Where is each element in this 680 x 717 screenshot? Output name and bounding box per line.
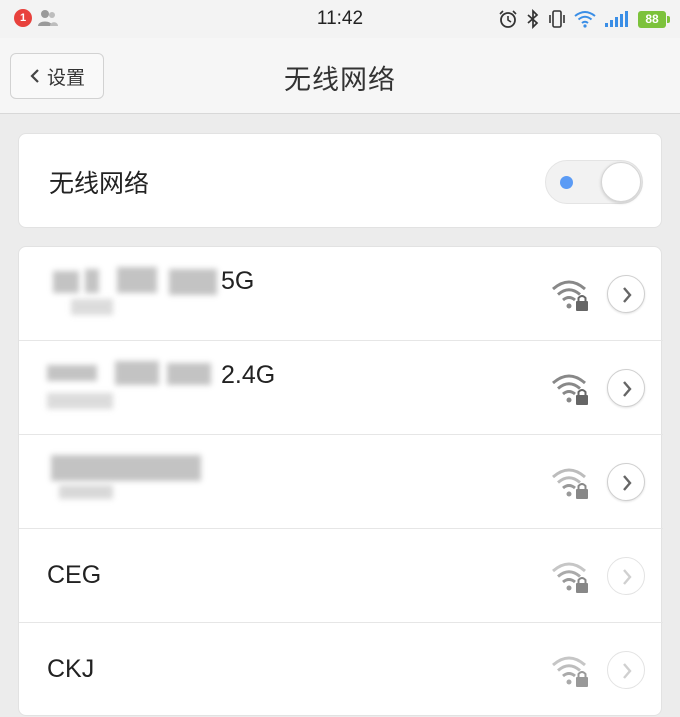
wifi-icon — [574, 11, 596, 28]
blurred-status — [71, 299, 113, 315]
signal-icon — [605, 11, 628, 27]
network-row[interactable]: 2.4G — [19, 341, 663, 435]
network-details-button[interactable] — [607, 463, 645, 501]
wifi-lock-icon — [552, 374, 588, 405]
wifi-lock-icon — [552, 656, 588, 687]
chevron-right-icon — [623, 475, 632, 491]
blurred-ssid — [47, 365, 97, 381]
wifi-lock-icon — [552, 280, 588, 311]
vibrate-icon — [549, 10, 565, 28]
battery-indicator: 88 — [638, 10, 670, 28]
blurred-ssid — [167, 363, 211, 385]
network-row[interactable]: CKJ — [19, 623, 663, 717]
status-right: 88 — [498, 9, 670, 29]
toggle-knob — [601, 162, 641, 202]
alarm-icon — [499, 10, 517, 28]
wifi-toggle-switch[interactable] — [545, 160, 643, 204]
wifi-toggle-label: 无线网络 — [49, 169, 150, 198]
chevron-right-icon — [623, 569, 632, 585]
network-ssid: 5G — [221, 267, 255, 295]
toggle-indicator-dot — [560, 176, 573, 189]
nav-bar: 设置 无线网络 — [0, 38, 680, 114]
wifi-lock-icon — [552, 468, 588, 499]
blurred-ssid — [115, 361, 159, 385]
network-details-button[interactable] — [607, 369, 645, 407]
network-row[interactable]: CEG — [19, 529, 663, 623]
chevron-right-icon — [623, 663, 632, 679]
blurred-status — [59, 485, 113, 499]
blurred-ssid — [51, 455, 201, 481]
network-details-button[interactable] — [607, 275, 645, 313]
network-list: 5G 2.4G CEG CKJ — [18, 246, 663, 717]
page-title: 无线网络 — [284, 65, 396, 96]
bluetooth-icon — [527, 9, 539, 29]
network-row[interactable]: 5G — [19, 247, 663, 341]
network-ssid: 2.4G — [221, 361, 276, 389]
network-details-button[interactable] — [607, 557, 645, 595]
blurred-ssid — [53, 271, 79, 293]
chevron-right-icon — [623, 381, 632, 397]
wifi-lock-icon — [552, 562, 588, 593]
chevron-right-icon — [623, 287, 632, 303]
network-details-button[interactable] — [607, 651, 645, 689]
network-row[interactable] — [19, 435, 663, 529]
blurred-ssid — [169, 269, 217, 295]
status-bar: 1 11:42 88 — [0, 0, 680, 38]
network-ssid: CEG — [47, 561, 102, 589]
blurred-status — [47, 393, 113, 409]
blurred-ssid — [85, 269, 99, 293]
blurred-ssid — [117, 267, 157, 293]
network-ssid: CKJ — [47, 655, 95, 683]
wifi-toggle-card: 无线网络 — [18, 133, 662, 228]
